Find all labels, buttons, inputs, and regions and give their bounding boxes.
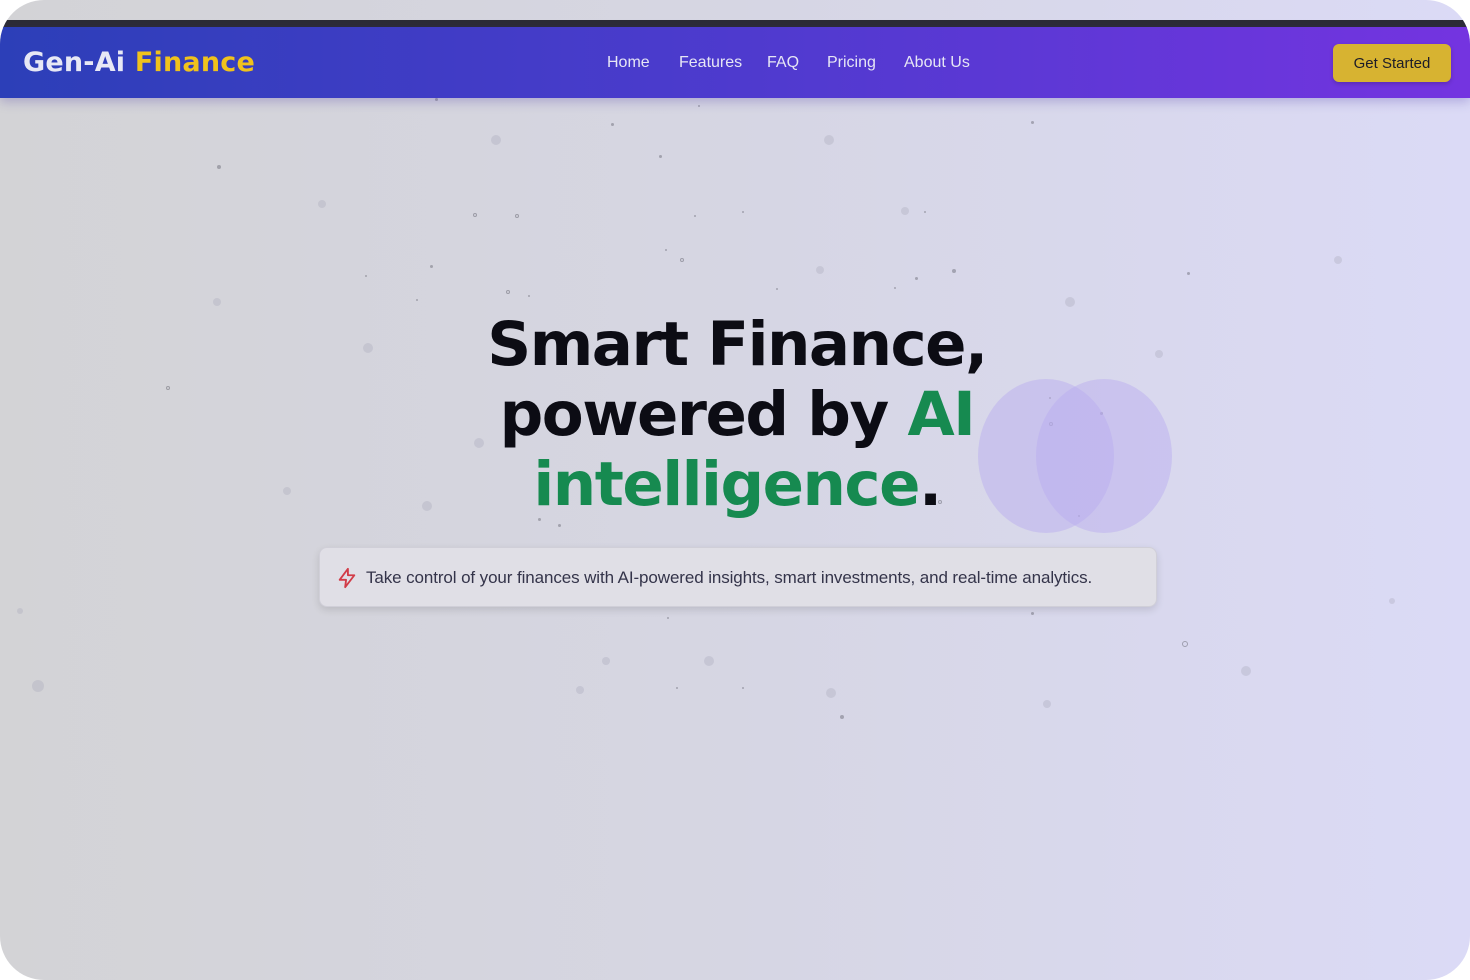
particle-dot [557,523,561,527]
particle-dot [924,211,926,213]
brand-logo[interactable]: Gen-Ai Finance [23,47,255,78]
particle-dot [676,687,678,689]
particle-dot [1155,350,1163,358]
nav-item-pricing[interactable]: Pricing [827,54,876,72]
particle-dot [742,687,744,689]
top-navbar: Gen-Ai Finance Home Features FAQ Pricing… [0,27,1470,98]
nav-item-faq[interactable]: FAQ [767,54,799,72]
nav-item-home[interactable]: Home [607,54,650,72]
particle-dot [283,487,291,495]
nav-item-features[interactable]: Features [679,54,742,72]
brand-name-accent: Finance [134,47,255,78]
particle-dot [824,135,834,145]
particle-dot [429,264,433,268]
particle-dot [318,200,326,208]
particle-dot [528,295,530,297]
hero-line-2-accent: AI [907,379,975,450]
particle-dot [416,299,418,301]
particle-dot [213,298,221,306]
particle-dot [1186,271,1190,275]
particle-dot [1030,611,1034,615]
particle-dot [217,165,221,169]
nav-item-about-us[interactable]: About Us [904,54,970,72]
particle-dot [776,288,778,290]
hero-line-2: powered by AI [380,380,1094,450]
particle-dot [1065,297,1075,307]
particle-dot [32,680,44,692]
hero-line-3-suffix: . [918,449,942,520]
page-frame: Gen-Ai Finance Home Features FAQ Pricing… [0,0,1470,980]
hero-subtitle-card: Take control of your finances with AI-po… [319,547,1157,607]
particle-dot [1030,120,1034,124]
particle-dot [704,656,714,666]
particle-dot [667,617,669,619]
particle-dot [694,215,696,217]
particle-dot [816,266,824,274]
particle-dot [680,258,684,262]
brand-name-primary: Gen-Ai [23,47,126,78]
hero-line-3-accent: intelligence [533,449,920,520]
particle-dot [610,122,614,126]
hero-headline: Smart Finance, powered by AI intelligenc… [380,310,1094,520]
get-started-button[interactable]: Get Started [1333,44,1451,82]
particle-dot [166,386,170,390]
particle-dot [658,154,662,158]
particle-dot [602,657,610,665]
particle-dot [901,207,909,215]
particle-dot [698,105,700,107]
particle-dot [365,275,367,277]
hero-line-2-prefix: powered by [499,379,908,450]
particle-dot [473,213,477,217]
particle-dot [894,287,896,289]
hero-subtitle-text: Take control of your finances with AI-po… [366,568,1093,587]
particle-dot [576,686,584,694]
particle-dot [491,135,501,145]
particle-dot [914,276,918,280]
particle-dot [1043,700,1051,708]
particle-dot [17,608,23,614]
particle-dot [363,343,373,353]
particle-dot [515,214,519,218]
particle-dot [742,211,744,213]
particle-dot [506,290,510,294]
hero-line-1: Smart Finance, [487,309,988,380]
particle-dot [1334,256,1342,264]
particle-dot [1389,598,1395,604]
particle-dot [952,269,956,273]
particle-dot [1241,666,1251,676]
particle-dot [826,688,836,698]
lightning-icon [338,567,356,589]
particle-dot [840,715,844,719]
hero-line-3: intelligence. [380,450,1094,520]
particle-dot [1182,641,1188,647]
particle-dot [665,249,667,251]
